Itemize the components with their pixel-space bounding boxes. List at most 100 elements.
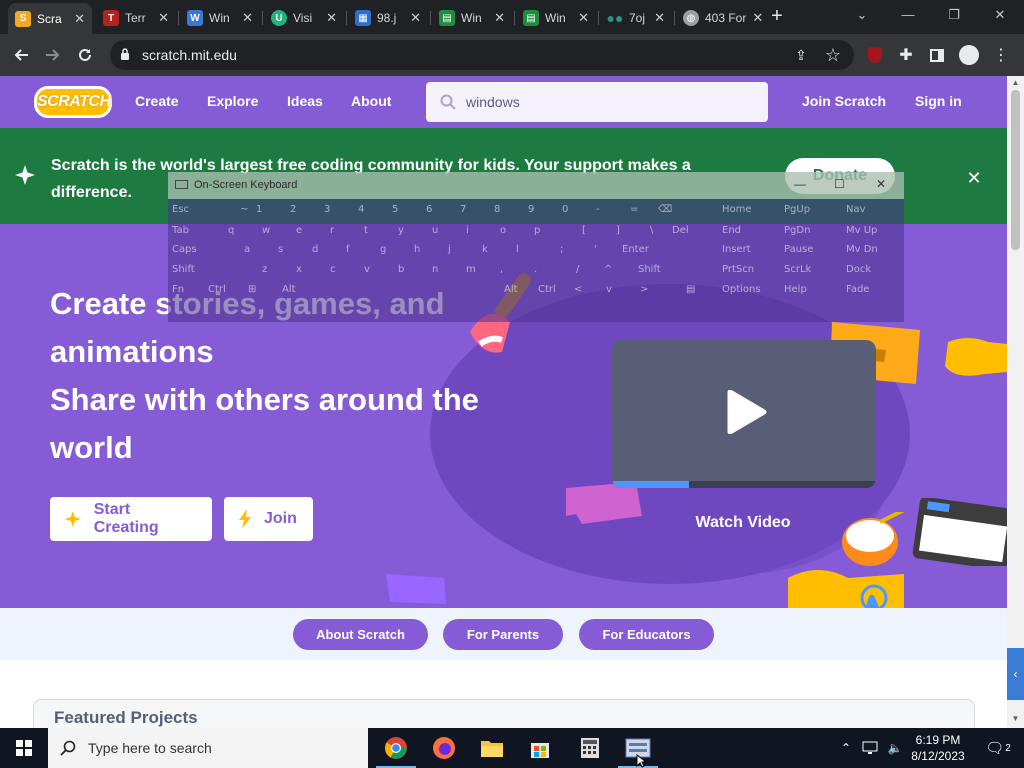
- osk-key[interactable]: <: [570, 281, 600, 300]
- osk-key[interactable]: f: [342, 241, 372, 260]
- tab-close-icon[interactable]: ✕: [752, 10, 762, 26]
- osk-nav-key[interactable]: Home: [718, 201, 776, 220]
- tab-win-1[interactable]: W Win ✕: [180, 6, 260, 30]
- osk-key[interactable]: w: [258, 222, 288, 241]
- osk-key[interactable]: 1: [252, 201, 282, 220]
- tab-win-2[interactable]: ▤ Win ✕: [432, 6, 512, 30]
- watch-video-button[interactable]: Watch Video: [680, 501, 806, 545]
- bookmark-star-icon[interactable]: ☆: [820, 42, 846, 68]
- osk-key[interactable]: -: [592, 201, 622, 220]
- osk-key[interactable]: ;: [556, 241, 586, 260]
- osk-nav-key[interactable]: Dock: [842, 261, 900, 280]
- osk-key[interactable]: 8: [490, 201, 520, 220]
- nav-create[interactable]: Create: [135, 93, 179, 109]
- calculator-taskbar-icon[interactable]: [566, 728, 614, 768]
- about-scratch-button[interactable]: About Scratch: [293, 619, 428, 650]
- osk-key[interactable]: Tab: [168, 222, 198, 241]
- osk-key[interactable]: i: [462, 222, 492, 241]
- close-window-button[interactable]: ✕: [978, 4, 1022, 28]
- tab-colab[interactable]: ●● 7oj ✕: [600, 6, 672, 30]
- osk-key[interactable]: j: [444, 241, 474, 260]
- side-panel-icon[interactable]: [924, 42, 950, 68]
- menu-kebab-icon[interactable]: ⋮: [988, 42, 1014, 68]
- tab-close-icon[interactable]: ✕: [578, 10, 589, 26]
- osk-key[interactable]: ^: [600, 261, 630, 280]
- scroll-down-arrow-icon[interactable]: ▼: [1010, 714, 1021, 723]
- restore-button[interactable]: ❐: [932, 4, 976, 28]
- osk-nav-key[interactable]: PgDn: [780, 222, 838, 241]
- osk-key[interactable]: >: [636, 281, 666, 300]
- osk-nav-key[interactable]: PrtScn: [718, 261, 776, 280]
- reload-button[interactable]: [72, 42, 98, 68]
- osk-nav-key[interactable]: End: [718, 222, 776, 241]
- back-button[interactable]: [8, 42, 34, 68]
- osk-key[interactable]: ': [590, 241, 620, 260]
- osk-nav-key[interactable]: Mv Dn: [842, 241, 900, 260]
- osk-key[interactable]: t: [360, 222, 390, 241]
- osk-key[interactable]: 7: [456, 201, 486, 220]
- tab-close-icon[interactable]: ✕: [494, 10, 505, 26]
- sign-in-link[interactable]: Sign in: [915, 93, 962, 109]
- minimize-button[interactable]: —: [886, 4, 930, 28]
- page-scrollbar[interactable]: ▲ ▼: [1007, 76, 1024, 728]
- network-icon[interactable]: [860, 728, 882, 768]
- tab-close-icon[interactable]: ✕: [242, 10, 253, 26]
- nav-ideas[interactable]: Ideas: [287, 93, 323, 109]
- on-screen-keyboard[interactable]: On-Screen Keyboard — ☐ ✕ Esc ~1 2 3 4 5 6 7 8 9 0-…: [168, 172, 904, 322]
- osk-key[interactable]: ⊞: [244, 281, 274, 300]
- volume-icon[interactable]: 🔈: [884, 728, 906, 768]
- osk-key[interactable]: g: [376, 241, 406, 260]
- start-creating-button[interactable]: Start Creating: [50, 497, 212, 541]
- osk-nav-key[interactable]: Options: [718, 281, 776, 300]
- osk-key[interactable]: h: [410, 241, 440, 260]
- osk-key[interactable]: Del: [668, 222, 698, 241]
- osk-key[interactable]: z: [258, 261, 288, 280]
- chrome-taskbar-icon[interactable]: [372, 728, 420, 768]
- osk-title-bar[interactable]: On-Screen Keyboard — ☐ ✕: [168, 172, 904, 199]
- extensions-puzzle-icon[interactable]: ✚: [893, 42, 919, 68]
- osk-nav-key[interactable]: Pause: [780, 241, 838, 260]
- osk-key[interactable]: Shift: [168, 261, 198, 280]
- tab-98j[interactable]: ▦ 98.j ✕: [348, 6, 428, 30]
- tab-search-chevron-icon[interactable]: ⌄: [840, 4, 884, 28]
- tab-win-3[interactable]: ▤ Win ✕: [516, 6, 596, 30]
- notification-center-icon[interactable]: 🗨 2: [978, 728, 1018, 768]
- osk-key[interactable]: 0: [558, 201, 588, 220]
- osk-key[interactable]: 3: [320, 201, 350, 220]
- osk-key[interactable]: Alt: [500, 281, 530, 300]
- osk-key[interactable]: l: [512, 241, 542, 260]
- osk-key[interactable]: 9: [524, 201, 554, 220]
- show-hidden-icons-chevron-icon[interactable]: ⌃: [838, 728, 854, 768]
- taskbar-search-box[interactable]: Type here to search: [48, 728, 368, 768]
- osk-nav-key[interactable]: PgUp: [780, 201, 838, 220]
- osk-key[interactable]: 4: [354, 201, 384, 220]
- osk-key[interactable]: 6: [422, 201, 452, 220]
- address-bar[interactable]: scratch.mit.edu: [110, 40, 854, 70]
- osk-key[interactable]: Enter: [618, 241, 649, 260]
- forward-button[interactable]: [40, 42, 66, 68]
- banner-close-icon[interactable]: ✕: [960, 164, 988, 192]
- scratch-search-box[interactable]: [426, 82, 768, 122]
- new-tab-button[interactable]: +: [766, 6, 788, 28]
- scrollbar-thumb[interactable]: [1011, 90, 1020, 250]
- profile-avatar[interactable]: [956, 42, 982, 68]
- osk-key[interactable]: s: [274, 241, 304, 260]
- join-button[interactable]: Join: [224, 497, 313, 541]
- osk-key[interactable]: ⌫: [654, 201, 684, 220]
- osk-minimize-icon[interactable]: —: [794, 177, 806, 191]
- scroll-up-arrow-icon[interactable]: ▲: [1010, 78, 1021, 87]
- osk-nav-key[interactable]: Insert: [718, 241, 776, 260]
- osk-key[interactable]: ,: [496, 261, 526, 280]
- osk-key[interactable]: k: [478, 241, 508, 260]
- osk-key[interactable]: Ctrl: [204, 281, 234, 300]
- osk-key[interactable]: /: [572, 261, 602, 280]
- osk-key[interactable]: Caps: [168, 241, 198, 260]
- osk-maximize-icon[interactable]: ☐: [834, 177, 845, 191]
- tab-close-icon[interactable]: ✕: [326, 10, 337, 26]
- tab-visi[interactable]: U Visi ✕: [264, 6, 344, 30]
- osk-key[interactable]: q: [224, 222, 254, 241]
- osk-nav-key[interactable]: Help: [780, 281, 838, 300]
- tab-close-icon[interactable]: ✕: [410, 10, 421, 26]
- osk-nav-key[interactable]: Fade: [842, 281, 900, 300]
- osk-key[interactable]: .: [530, 261, 560, 280]
